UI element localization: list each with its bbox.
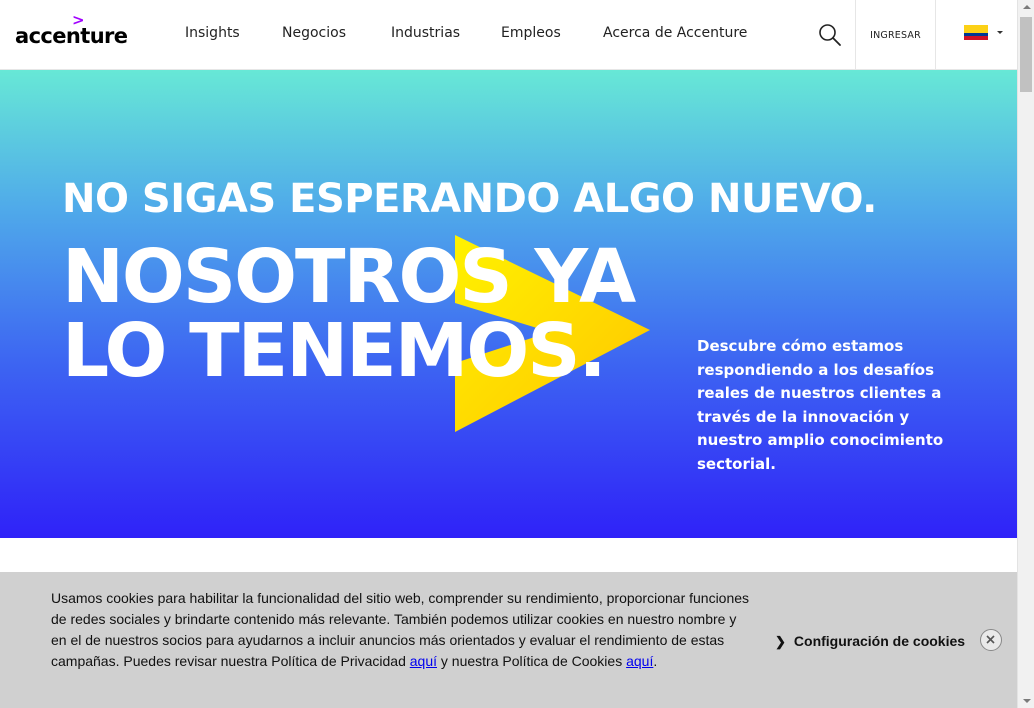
nav-item-acerca[interactable]: Acerca de Accenture [603,25,747,41]
page-scrollbar[interactable] [1017,0,1034,708]
nav-item-industrias[interactable]: Industrias [391,25,460,41]
caret-down-icon [997,31,1003,34]
scroll-down-arrow-icon[interactable] [1023,699,1031,703]
cookie-settings-button[interactable]: ❯ Configuración de cookies [775,633,965,650]
cookie-message: Usamos cookies para habilitar la funcion… [51,588,751,672]
search-icon [819,24,841,46]
accenture-logo[interactable]: accenture > [15,11,128,54]
scroll-up-arrow-icon[interactable] [1023,5,1031,9]
colombia-flag-icon [964,25,988,40]
login-button[interactable]: INGRESAR [856,0,935,70]
site-header: accenture > Insights Negocios Industrias… [0,0,1017,70]
nav-item-insights[interactable]: Insights [185,25,240,41]
hero-description: Descubre cómo estamos respondiendo a los… [697,337,944,473]
cookie-policy-link[interactable]: aquí [626,653,653,669]
hero-headline-small: NO SIGAS ESPERANDO ALGO NUEVO. [62,176,877,222]
scroll-thumb[interactable] [1020,17,1032,92]
cookie-banner: Usamos cookies para habilitar la funcion… [0,572,1017,708]
cookie-text-part: y nuestra Política de Cookies [437,653,627,669]
cookie-settings-label: Configuración de cookies [793,633,966,649]
hero-headline-large-2: LO TENEMOS. [62,308,607,394]
nav-item-negocios[interactable]: Negocios [282,25,346,41]
hero-banner[interactable]: NO SIGAS ESPERANDO ALGO NUEVO. NOSOTROS … [0,70,1017,538]
logo-greater-than-icon: > [72,11,85,29]
close-icon [986,635,995,644]
chevron-right-icon: ❯ [775,634,786,649]
nav-item-empleos[interactable]: Empleos [501,25,561,41]
country-selector[interactable] [936,0,1017,70]
cookie-text-part: . [653,653,658,669]
hero-headline-large-1: NOSOTROS YA [62,234,636,320]
search-button[interactable] [818,23,842,47]
privacy-policy-link[interactable]: aquí [410,653,437,669]
cookie-close-button[interactable] [980,629,1002,651]
